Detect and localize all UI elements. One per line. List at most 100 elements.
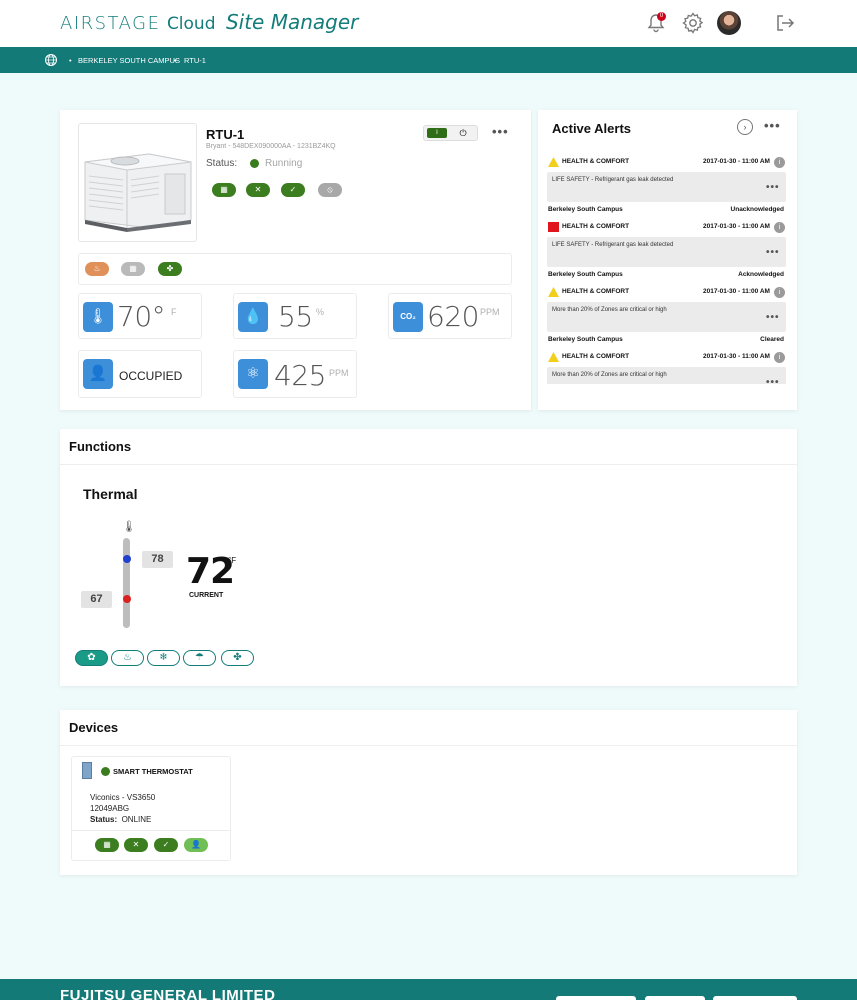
alert-site: Berkeley South Campus: [548, 271, 623, 278]
logout-icon[interactable]: [773, 11, 797, 35]
info-icon[interactable]: i: [774, 352, 785, 363]
cool-setpoint[interactable]: 78: [142, 551, 173, 568]
notification-badge: 0: [657, 12, 666, 21]
breadcrumb-separator: •: [174, 56, 177, 65]
air-quality-stat: ⚛ 425 PPM: [233, 350, 357, 398]
alert-item[interactable]: HEALTH & COMFORT 2017-01-30 - 11:00 AM i…: [540, 215, 790, 280]
footer-button[interactable]: [713, 996, 797, 1000]
brand-cloud: Cloud: [166, 14, 216, 34]
alert-state: Cleared: [760, 336, 784, 343]
fan-icon: ✕: [246, 183, 270, 197]
dry-mode-button[interactable]: ☂: [183, 650, 216, 666]
alert-more-menu[interactable]: •••: [766, 377, 780, 384]
device-status-label: Status:: [90, 815, 118, 824]
breadcrumb: • BERKELEY SOUTH CAMPUS • RTU-1: [0, 47, 857, 73]
alert-message: LIFE SAFETY - Refrigerant gas leak detec…: [552, 242, 674, 248]
footer-button[interactable]: [556, 996, 636, 1000]
alert-time: 2017-01-30 - 11:00 AM: [703, 158, 770, 165]
humidity-stat: 💧 55 %: [233, 293, 357, 339]
heat-mode-icon[interactable]: ♨: [85, 262, 109, 276]
power-icon[interactable]: ⏻: [456, 127, 470, 139]
current-temperature: 72: [186, 551, 235, 592]
fan-mode-icon[interactable]: ✤: [158, 262, 182, 276]
functions-title: Functions: [69, 439, 132, 454]
brand-airstage: AIRSTAGE: [60, 13, 161, 34]
unit-model: Bryant - 548DEX090000AA - 1231BZ4KQ: [206, 143, 336, 150]
info-icon[interactable]: i: [774, 287, 785, 298]
power-toggle[interactable]: I ⏻: [423, 125, 478, 141]
chevron-right-icon[interactable]: ›: [737, 119, 753, 135]
temperature-value: 70°: [117, 300, 166, 333]
alert-category: HEALTH & COMFORT: [562, 223, 630, 230]
divider: [60, 745, 797, 746]
thermostat-device-icon: [82, 762, 92, 779]
device-status-value: ONLINE: [121, 815, 152, 824]
alert-state: Acknowledged: [738, 271, 784, 278]
warning-icon: [548, 157, 559, 167]
warning-icon: [548, 287, 559, 297]
auto-mode-button[interactable]: ✿: [75, 650, 108, 666]
fan-mode-button[interactable]: ✤: [221, 650, 254, 666]
gear-icon[interactable]: [681, 11, 705, 35]
thermostat-slider[interactable]: [123, 538, 130, 628]
heat-mode-button[interactable]: ♨: [111, 650, 144, 666]
footer-button[interactable]: [645, 996, 705, 1000]
temperature-stat: 🌡 70° F: [78, 293, 202, 339]
avatar[interactable]: [717, 11, 741, 35]
water-drop-icon: 💧: [238, 302, 268, 332]
alert-item[interactable]: HEALTH & COMFORT 2017-01-30 - 11:00 AM i…: [540, 150, 790, 215]
grid-icon: ▦: [212, 183, 236, 197]
alert-body: LIFE SAFETY - Refrigerant gas leak detec…: [547, 237, 786, 267]
alert-category: HEALTH & COMFORT: [562, 158, 630, 165]
breadcrumb-site[interactable]: BERKELEY SOUTH CAMPUS: [78, 56, 180, 65]
thermometer-icon: 🌡: [122, 521, 136, 533]
person-icon: 👤: [83, 359, 113, 389]
device-status: Status: ONLINE: [90, 815, 151, 824]
info-icon[interactable]: i: [774, 222, 785, 233]
alert-list: HEALTH & COMFORT 2017-01-30 - 11:00 AM i…: [540, 150, 790, 384]
breadcrumb-unit[interactable]: RTU-1: [184, 56, 206, 65]
alert-time: 2017-01-30 - 11:00 AM: [703, 353, 770, 360]
grid-icon: ▦: [95, 838, 119, 852]
co2-value: 620: [427, 300, 479, 333]
unit-name: RTU-1: [206, 127, 245, 142]
humidity-unit: %: [316, 307, 325, 317]
globe-icon[interactable]: [44, 53, 58, 67]
alert-more-menu[interactable]: •••: [766, 247, 780, 258]
device-name: SMART THERMOSTAT: [113, 767, 193, 776]
thermometer-icon: 🌡: [83, 302, 113, 332]
alert-item[interactable]: HEALTH & COMFORT 2017-01-30 - 11:00 AM i…: [540, 345, 790, 384]
alert-message: LIFE SAFETY - Refrigerant gas leak detec…: [552, 177, 674, 183]
co2-unit: PPM: [480, 307, 500, 317]
alerts-more-menu[interactable]: •••: [764, 118, 781, 133]
divider: [60, 464, 797, 465]
temperature-unit: F: [171, 307, 177, 317]
cool-mode-button[interactable]: ❄: [147, 650, 180, 666]
divider: [72, 830, 230, 831]
heat-setpoint-handle[interactable]: [123, 595, 131, 603]
unit-status-label: Status:: [206, 158, 238, 169]
alert-more-menu[interactable]: •••: [766, 182, 780, 193]
cool-setpoint-handle[interactable]: [123, 555, 131, 563]
status-dot-icon: [250, 159, 259, 168]
toggle-on-button[interactable]: I: [427, 128, 447, 138]
info-icon[interactable]: i: [774, 157, 785, 168]
alert-body: More than 20% of Zones are critical or h…: [547, 302, 786, 332]
alert-message: More than 20% of Zones are critical or h…: [552, 307, 667, 313]
unit-more-menu[interactable]: •••: [492, 124, 509, 139]
cool-grid-icon[interactable]: ▦: [121, 262, 145, 276]
device-model: Viconics - VS3650: [90, 793, 156, 802]
heat-setpoint[interactable]: 67: [81, 591, 112, 608]
unit-mode-strip: ♨ ▦ ✤: [78, 253, 512, 285]
occupancy-value: OCCUPIED: [119, 369, 183, 383]
alert-message: More than 20% of Zones are critical or h…: [552, 372, 667, 378]
alert-body: More than 20% of Zones are critical or h…: [547, 367, 786, 384]
alert-item[interactable]: HEALTH & COMFORT 2017-01-30 - 11:00 AM i…: [540, 280, 790, 345]
alert-time: 2017-01-30 - 11:00 AM: [703, 288, 770, 295]
occupancy-stat: 👤 OCCUPIED: [78, 350, 202, 398]
co2-icon: CO₂: [393, 302, 423, 332]
alert-more-menu[interactable]: •••: [766, 312, 780, 323]
alert-site: Berkeley South Campus: [548, 206, 623, 213]
current-temperature-unit: °F: [228, 556, 237, 565]
molecule-icon: ⚛: [238, 359, 268, 389]
